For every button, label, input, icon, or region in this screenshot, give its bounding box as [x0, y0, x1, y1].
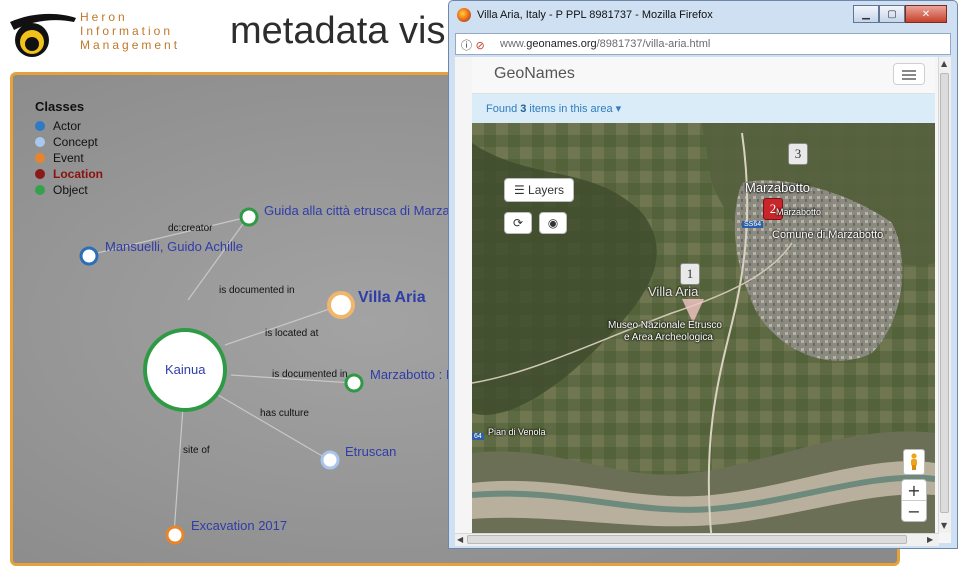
locate-button[interactable]: ◉: [539, 212, 567, 234]
map-label-area-archeologica: e Area Archeologica: [624, 332, 713, 343]
zoom-control: + −: [901, 479, 927, 522]
brand-line-information: Information: [80, 24, 174, 38]
layers-label: Layers: [528, 183, 565, 197]
legend-dot-actor: [35, 121, 45, 131]
list-icon: ☰: [513, 183, 529, 197]
edge-label-site-of: site of: [183, 445, 210, 456]
map-label-marzabotto-small: Marzabotto: [776, 207, 822, 217]
node-excavation[interactable]: [165, 525, 185, 545]
legend-item-concept[interactable]: Concept: [35, 134, 103, 150]
edge-label-has-culture: has culture: [260, 408, 309, 419]
legend-label: Object: [53, 183, 88, 197]
zoom-in-button[interactable]: +: [902, 480, 926, 501]
road-sign-64: 64: [472, 433, 484, 440]
geonames-brand[interactable]: GeoNames: [494, 65, 575, 83]
edge-label-dc-creator: dc:creator: [168, 223, 213, 234]
map-label-marzabotto: Marzabotto: [745, 180, 811, 195]
legend-label: Concept: [53, 135, 98, 149]
url-prefix: www.: [500, 38, 527, 50]
url-path: /8981737/villa-aria.html: [596, 38, 711, 50]
url-text[interactable]: www.geonames.org/8981737/villa-aria.html: [500, 38, 710, 50]
legend-item-object[interactable]: Object: [35, 182, 103, 198]
window-controls: ▁ ▢ ✕: [853, 5, 947, 23]
refresh-button[interactable]: ⟳: [504, 212, 532, 234]
geonames-navbar: GeoNames: [472, 57, 935, 94]
node-villa-aria[interactable]: [327, 291, 355, 319]
zoom-out-button[interactable]: −: [902, 501, 926, 521]
node-label-kainua[interactable]: Kainua: [165, 362, 205, 377]
brand-line-heron: Heron: [80, 10, 128, 24]
node-label-villa-aria[interactable]: Villa Aria: [358, 289, 426, 307]
hamburger-menu-icon[interactable]: [893, 63, 925, 85]
caret-down-icon: ▾: [615, 103, 622, 115]
edge-label-is-documented-in: is documented in: [219, 285, 295, 296]
refresh-icon: ⟳: [512, 216, 524, 230]
node-label-marzabotto[interactable]: Marzabotto : I: [370, 367, 449, 382]
edge-label-is-documented-in-2: is documented in: [272, 369, 348, 380]
scroll-left-icon[interactable]: ◀: [457, 535, 463, 544]
locate-icon: ◉: [547, 216, 559, 230]
map-label-villa-aria: Villa Aria: [648, 284, 699, 299]
vertical-scroll-thumb[interactable]: [940, 73, 949, 513]
insecure-lock-icon: ⊘: [475, 39, 485, 52]
node-label-etruscan[interactable]: Etruscan: [345, 444, 396, 459]
legend-item-event[interactable]: Event: [35, 150, 103, 166]
close-button[interactable]: ✕: [905, 5, 947, 23]
found-items-bar[interactable]: Found 3 items in this area ▾: [472, 94, 935, 123]
node-mansuelli[interactable]: [79, 246, 99, 266]
map-label-museo: Museo Nazionale Etrusco: [608, 320, 722, 331]
street-view-pegman-icon[interactable]: [903, 449, 925, 475]
legend-label: Actor: [53, 119, 82, 133]
vertical-scrollbar[interactable]: ▲ ▼: [938, 57, 951, 533]
legend-title: Classes: [35, 99, 85, 114]
class-legend: Classes Actor Concept Event Location Obj…: [35, 99, 103, 198]
heron-logo: [10, 13, 76, 57]
satellite-map[interactable]: ☰ Layers ⟳ ◉ 1 2 3 Marzabotto Marzabotto…: [472, 123, 935, 543]
scroll-down-icon[interactable]: ▼: [941, 521, 947, 530]
legend-label: Location: [53, 167, 103, 181]
node-label-guida[interactable]: Guida alla città etrusca di Marzab: [264, 203, 457, 218]
legend-dot-object: [35, 185, 45, 195]
node-label-excavation[interactable]: Excavation 2017: [191, 518, 287, 533]
horizontal-scrollbar[interactable]: ◀ ▶: [455, 533, 939, 546]
legend-dot-concept: [35, 137, 45, 147]
scroll-right-icon[interactable]: ▶: [927, 535, 933, 544]
map-marker-3[interactable]: 3: [788, 143, 808, 165]
map-marker-1[interactable]: 1: [680, 263, 700, 285]
legend-item-location[interactable]: Location: [35, 166, 103, 182]
url-domain: geonames.org: [526, 38, 597, 50]
node-etruscan[interactable]: [320, 450, 340, 470]
map-label-comune: Comune di Marzabotto: [772, 229, 884, 241]
address-bar[interactable]: ⓘ ⊘ www.geonames.org/8981737/villa-aria.…: [455, 33, 951, 55]
road-sign-ss64: SS64: [742, 221, 764, 228]
maximize-button[interactable]: ▢: [879, 5, 905, 23]
legend-label: Event: [53, 151, 84, 165]
brand-name: Heron Information Management: [80, 10, 180, 52]
horizontal-scroll-thumb[interactable]: [467, 535, 907, 544]
site-info-icon[interactable]: ⓘ ⊘: [461, 37, 485, 53]
window-title: Villa Aria, Italy - P PPL 8981737 - Mozi…: [477, 9, 713, 21]
legend-item-actor[interactable]: Actor: [35, 118, 103, 134]
firefox-window[interactable]: Villa Aria, Italy - P PPL 8981737 - Mozi…: [448, 0, 958, 549]
found-prefix: Found: [486, 103, 521, 115]
found-suffix: items in this area: [526, 103, 613, 115]
node-guida[interactable]: [239, 207, 259, 227]
found-items-text[interactable]: Found 3 items in this area ▾: [486, 102, 621, 115]
layers-button[interactable]: ☰ Layers: [504, 178, 574, 202]
minimize-button[interactable]: ▁: [853, 5, 879, 23]
brand-line-management: Management: [80, 38, 181, 52]
page-content: GeoNames Found 3 items in this area ▾ ☰ …: [455, 57, 951, 543]
map-label-pian-di-venola: Pian di Venola: [488, 427, 546, 437]
window-titlebar[interactable]: Villa Aria, Italy - P PPL 8981737 - Mozi…: [449, 1, 957, 31]
page-title: metadata vis: [230, 10, 446, 52]
scroll-up-icon[interactable]: ▲: [941, 59, 947, 68]
edge-label-is-located-at: is located at: [265, 328, 319, 339]
legend-dot-location: [35, 169, 45, 179]
node-marzabotto[interactable]: [344, 373, 364, 393]
firefox-icon: [457, 8, 471, 22]
legend-dot-event: [35, 153, 45, 163]
node-label-mansuelli[interactable]: Mansuelli, Guido Achille: [105, 239, 243, 254]
